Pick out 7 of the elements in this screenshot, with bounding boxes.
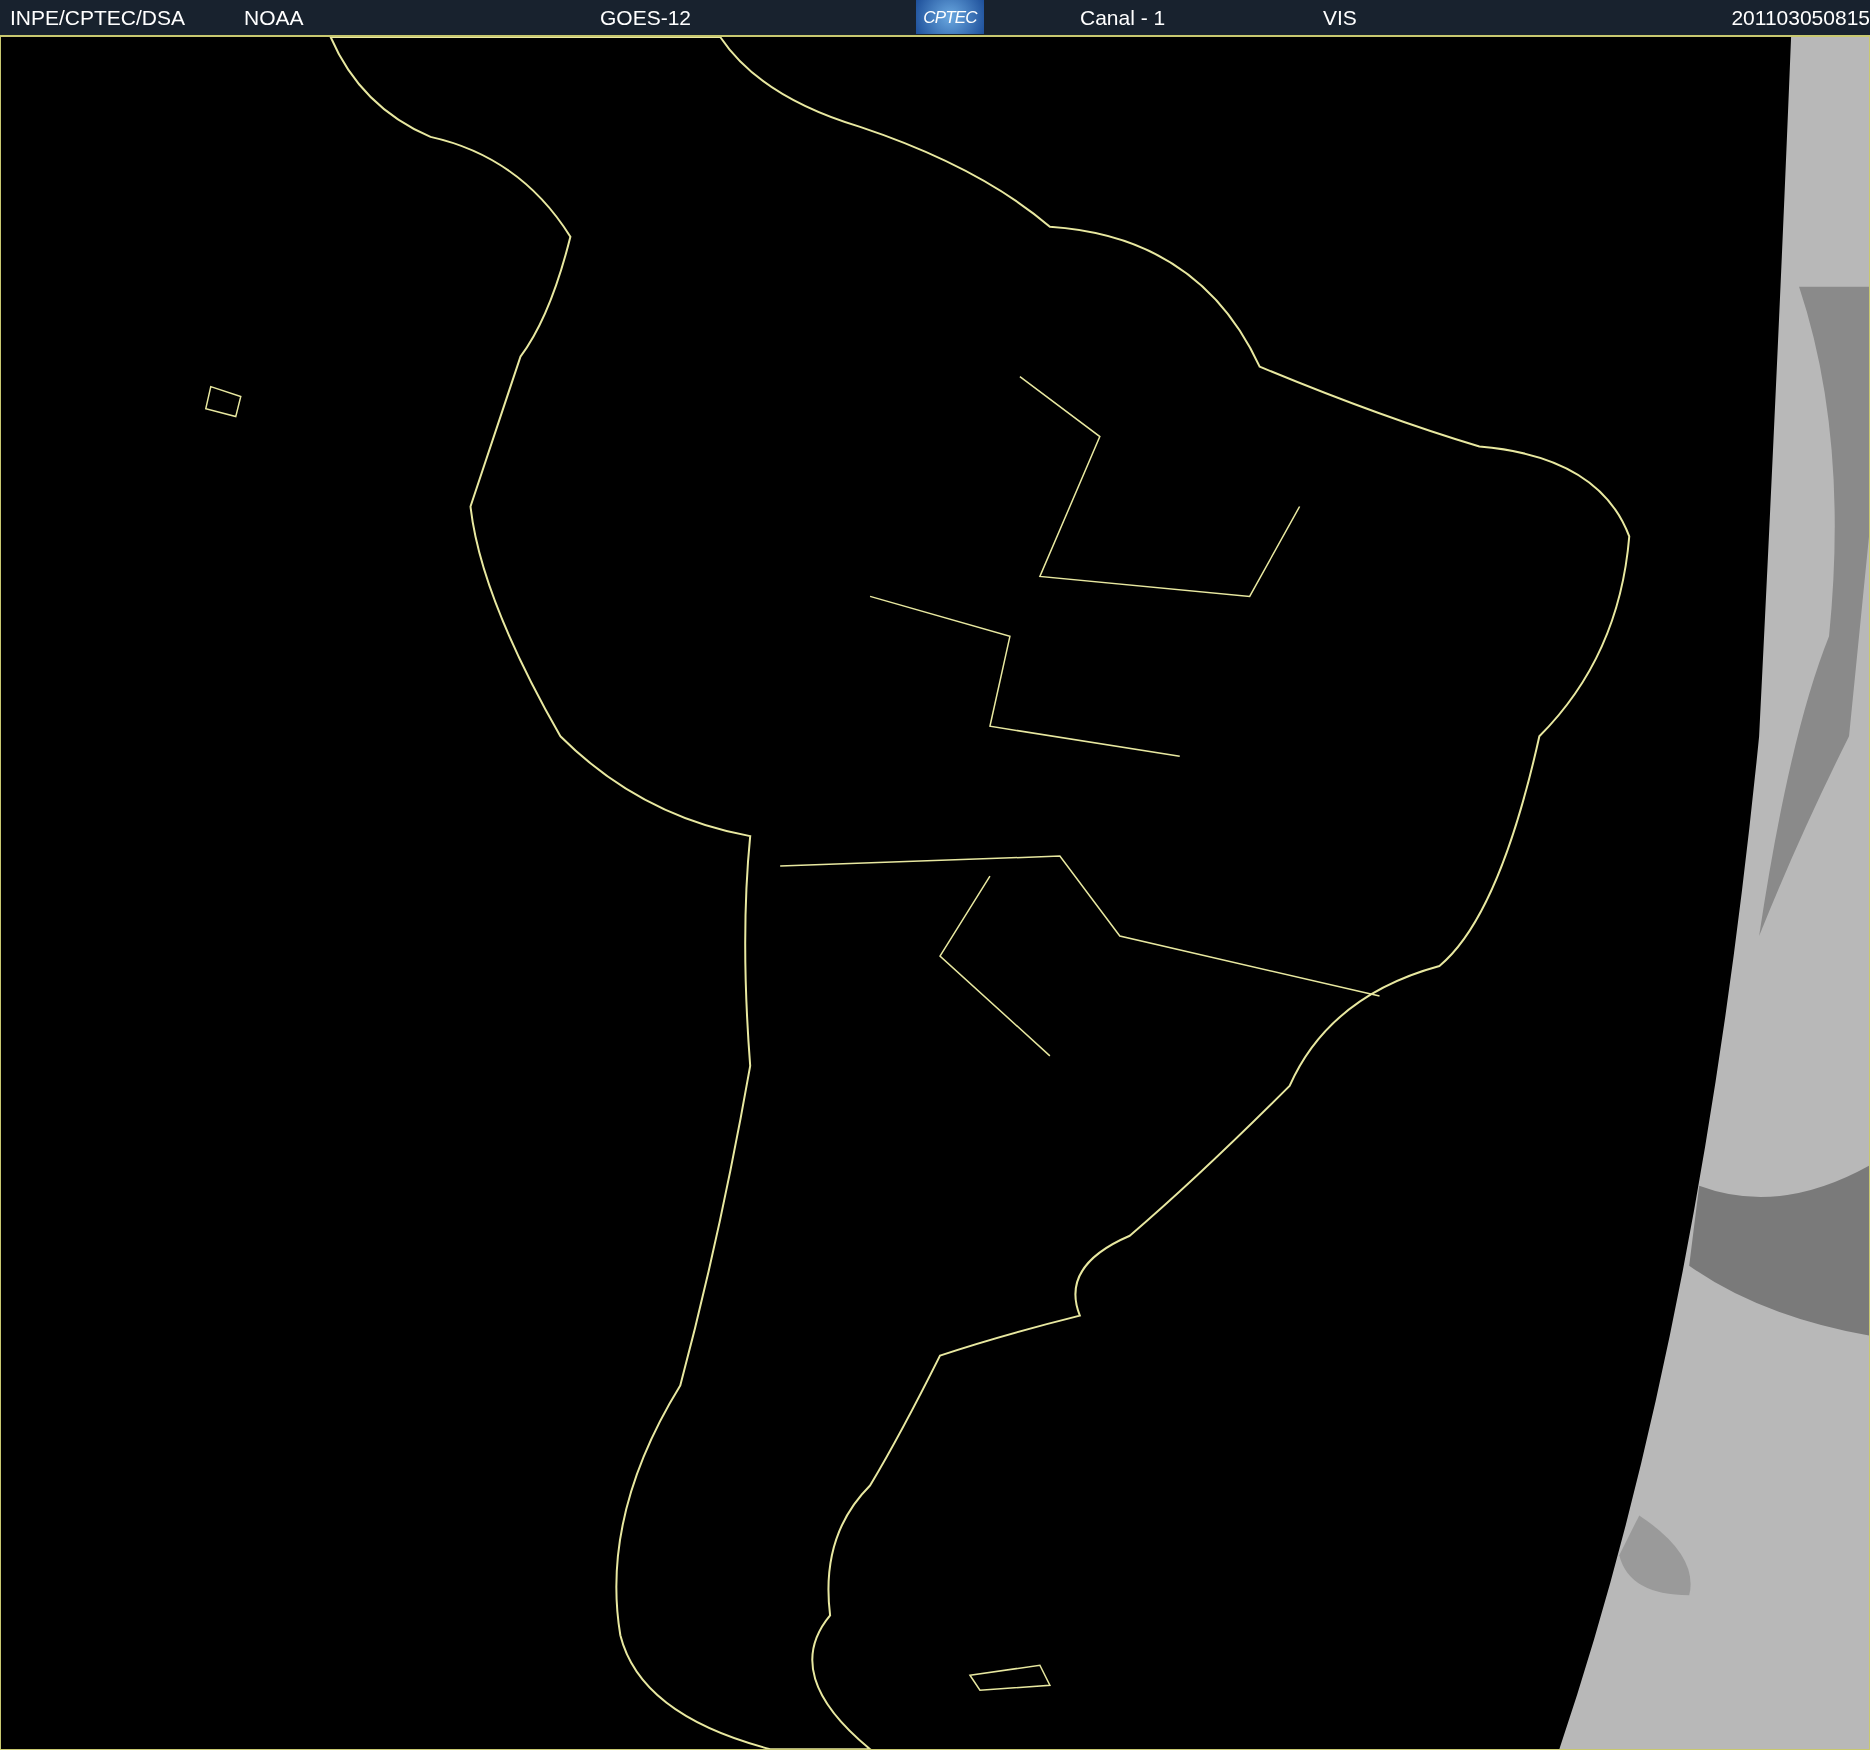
header-label: INPE/CPTEC/DSA (10, 4, 186, 31)
header-label: 201103050815 (1731, 4, 1870, 31)
header-label: VIS (1323, 4, 1357, 31)
logo: CPTEC (916, 0, 984, 35)
header-label: NOAA (244, 4, 304, 31)
header-label: GOES-12 (600, 4, 692, 31)
header-label: Canal - 1 (1080, 4, 1166, 31)
